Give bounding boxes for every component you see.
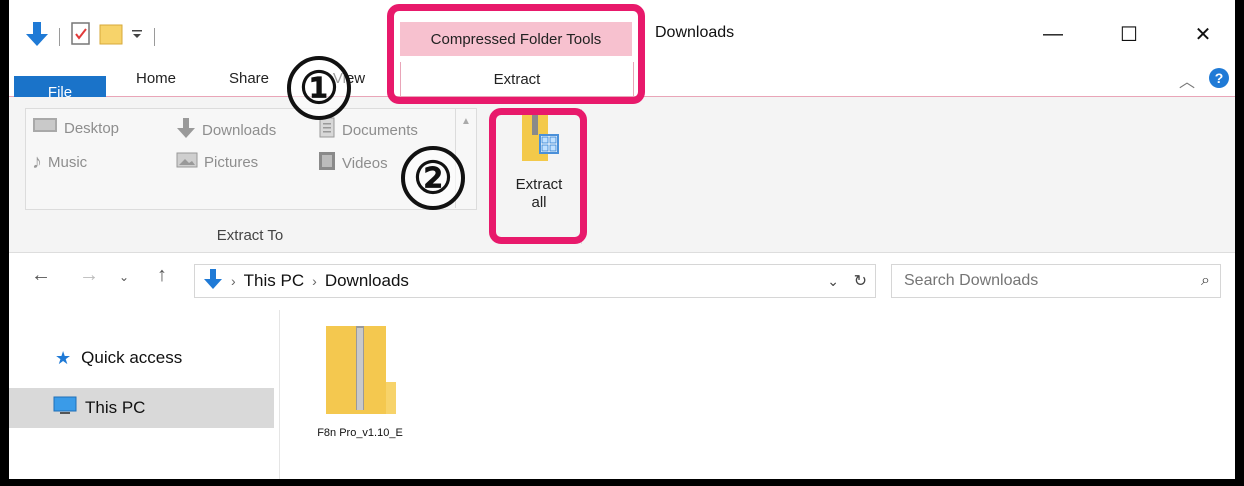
destination-label: Videos	[342, 154, 388, 172]
address-bar[interactable]: › This PC › Downloads ⌄ ↻	[194, 264, 876, 298]
new-folder-icon[interactable]	[98, 22, 124, 51]
desktop-icon	[32, 117, 58, 139]
step-1-marker: ①	[287, 56, 351, 120]
pictures-icon	[176, 151, 198, 173]
breadcrumb-separator: ›	[312, 273, 317, 289]
close-button[interactable]: ✕	[1175, 14, 1231, 54]
nav-item-quick-access[interactable]: ★ Quick access	[9, 338, 274, 378]
destination-label: Music	[48, 154, 88, 171]
destination-desktop[interactable]: Desktop	[32, 117, 119, 139]
down-arrow-icon[interactable]	[25, 20, 49, 53]
destination-label: Documents	[342, 121, 418, 139]
destination-downloads[interactable]: Downloads	[176, 117, 276, 143]
nav-item-label: Quick access	[81, 348, 183, 367]
extract-to-group-label: Extract To	[216, 227, 284, 244]
address-dropdown-icon[interactable]: ⌄	[827, 273, 839, 290]
destination-videos[interactable]: Videos	[318, 151, 388, 175]
music-icon: ♪	[32, 151, 42, 173]
downloads-icon	[176, 117, 196, 143]
forward-arrow-icon[interactable]: →	[79, 264, 99, 287]
navigation-bar: ← → ⌄ ↑ › This PC › Downloads ⌄ ↻ ⌕	[9, 256, 1235, 302]
toolbar-separator	[59, 27, 60, 46]
refresh-icon[interactable]: ↻	[854, 271, 867, 291]
explorer-window: Compressed Folder Tools Downloads — ☐ ✕ …	[9, 0, 1235, 479]
file-name: F8n Pro_v1.10_E	[317, 427, 403, 439]
computer-icon	[53, 396, 77, 421]
search-icon[interactable]: ⌕	[1201, 272, 1210, 290]
recent-locations-icon[interactable]: ⌄	[119, 270, 129, 284]
breadcrumb-this-pc[interactable]: This PC	[244, 271, 304, 291]
destination-documents[interactable]: Documents	[318, 117, 418, 143]
window-title: Downloads	[655, 24, 735, 41]
search-input[interactable]	[902, 271, 1176, 291]
scroll-up-icon[interactable]: ▲	[456, 116, 476, 127]
annotation-box-extract-all	[489, 108, 587, 244]
destination-pictures[interactable]: Pictures	[176, 151, 258, 173]
tab-home[interactable]: Home	[121, 62, 191, 95]
collapse-ribbon-icon[interactable]: ︿	[1179, 68, 1195, 92]
maximize-button[interactable]: ☐	[1101, 14, 1157, 54]
nav-item-this-pc[interactable]: This PC	[9, 388, 274, 428]
toolbar-separator	[154, 27, 155, 46]
quick-access-toolbar	[25, 20, 159, 53]
destination-music[interactable]: ♪ Music	[32, 151, 87, 174]
videos-icon	[318, 151, 336, 175]
up-arrow-icon[interactable]: ↑	[157, 264, 167, 287]
destination-label: Desktop	[64, 119, 120, 137]
search-box[interactable]: ⌕	[891, 264, 1221, 298]
star-icon: ★	[55, 347, 72, 368]
help-icon[interactable]: ?	[1209, 68, 1229, 88]
tab-share[interactable]: Share	[217, 62, 281, 95]
ribbon: Desktop Downloads Documents ♪ Music Pict…	[9, 97, 1235, 253]
step-2-marker: ②	[401, 146, 465, 210]
annotation-box-context-tab	[387, 4, 645, 104]
zip-folder-icon	[322, 326, 398, 420]
destination-label: Downloads	[202, 121, 277, 139]
back-arrow-icon[interactable]: ←	[31, 264, 51, 287]
documents-icon	[318, 117, 336, 143]
nav-item-label: This PC	[85, 398, 146, 417]
properties-icon[interactable]	[70, 22, 92, 51]
file-list: F8n Pro_v1.10_E	[290, 310, 1235, 479]
file-item[interactable]: F8n Pro_v1.10_E	[310, 324, 410, 439]
minimize-button[interactable]: —	[1025, 14, 1081, 54]
navigation-pane: ★ Quick access This PC	[9, 310, 280, 479]
destination-label: Pictures	[204, 153, 259, 171]
breadcrumb-downloads[interactable]: Downloads	[325, 271, 409, 291]
breadcrumb-separator: ›	[231, 273, 236, 289]
downloads-location-icon	[203, 267, 223, 296]
customize-icon[interactable]	[130, 27, 144, 46]
